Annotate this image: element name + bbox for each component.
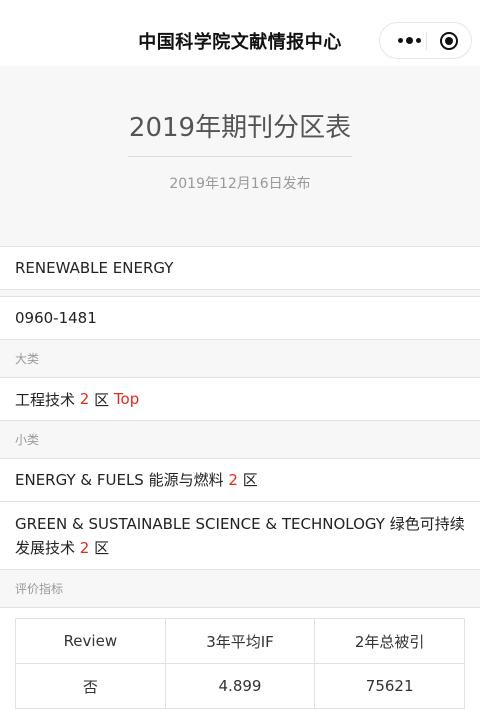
- minor-category-row: GREEN & SUSTAINABLE SCIENCE & TECHNOLOGY…: [0, 501, 480, 570]
- top-badge: Top: [113, 390, 140, 408]
- header-divider: [128, 156, 352, 157]
- metrics-header-cell: 3年平均IF: [164, 618, 316, 664]
- citations-value: 75621: [314, 663, 465, 709]
- page-title: 2019年期刊分区表: [128, 113, 352, 143]
- publish-date: 2019年12月16日发布: [169, 176, 311, 192]
- close-target-icon[interactable]: [440, 32, 458, 50]
- major-category-name: 工程技术: [15, 390, 76, 409]
- minor-category-row: ENERGY & FUELS 能源与燃料 2 区: [0, 458, 480, 502]
- issn-value: 0960-1481: [15, 309, 97, 327]
- metrics-header-cell: Review: [15, 618, 166, 664]
- journal-name: RENEWABLE ENERGY: [15, 259, 174, 277]
- minor-category-name: ENERGY & FUELS 能源与燃料: [15, 471, 224, 489]
- metrics-header-cell: 2年总被引: [314, 618, 465, 664]
- more-menu-icon[interactable]: [393, 23, 426, 58]
- issn-row: 0960-1481: [0, 296, 480, 340]
- major-category-label: 大类: [0, 340, 480, 377]
- minor-category-zone: 2: [228, 471, 238, 489]
- metrics-header-row: Review 3年平均IF 2年总被引: [15, 618, 465, 664]
- page-header: 2019年期刊分区表 2019年12月16日发布: [0, 66, 480, 246]
- capsule-divider: [426, 32, 427, 50]
- journal-name-row: RENEWABLE ENERGY: [0, 246, 480, 290]
- minor-category-label: 小类: [0, 421, 480, 458]
- metrics-label: 评价指标: [0, 570, 480, 607]
- metrics-table: Review 3年平均IF 2年总被引 否 4.899 75621: [15, 618, 465, 709]
- nav-bar: 中国科学院文献情报中心: [0, 0, 480, 66]
- metrics-value-row: 否 4.899 75621: [15, 663, 465, 709]
- minor-category-zone: 2: [79, 538, 90, 557]
- review-value: 否: [15, 663, 166, 709]
- major-category-row: 工程技术 2 区 Top: [0, 377, 480, 421]
- minor-category-zone-suffix: 区: [242, 471, 258, 489]
- major-category-zone-suffix: 区: [94, 390, 110, 409]
- if-value: 4.899: [164, 663, 316, 709]
- metrics-section: Review 3年平均IF 2年总被引 否 4.899 75621: [0, 607, 480, 719]
- major-category-zone: 2: [79, 390, 90, 408]
- mini-program-capsule: [379, 22, 472, 59]
- minor-category-zone-suffix: 区: [94, 538, 110, 557]
